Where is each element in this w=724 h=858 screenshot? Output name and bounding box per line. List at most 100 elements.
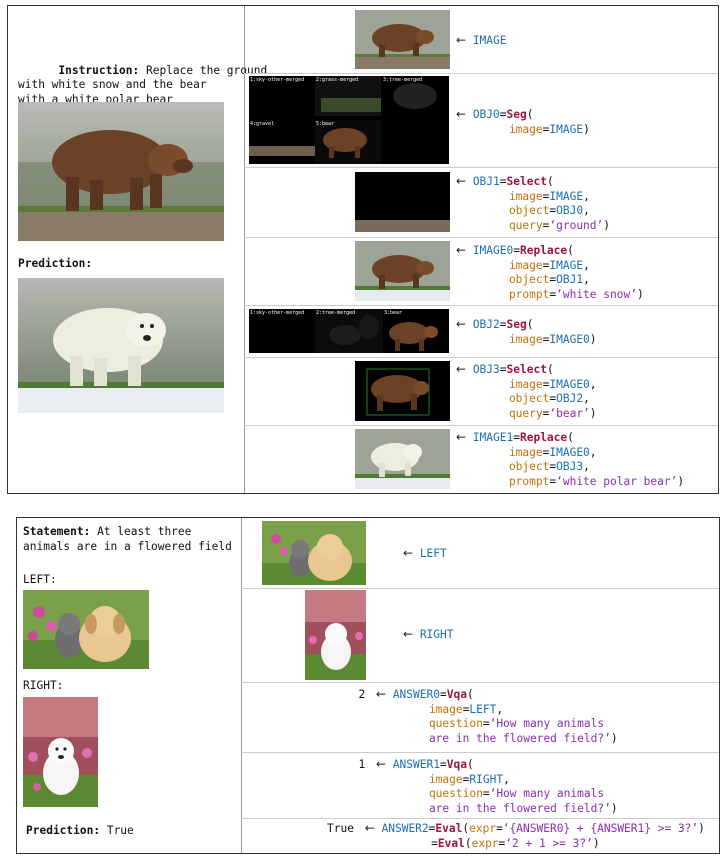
step-row-select-bear: ← OBJ3=Select( image=IMAGE0, object=OBJ2…: [244, 357, 718, 426]
left-arrow-icon: ←: [364, 821, 375, 835]
left-arrow-icon: ←: [456, 33, 467, 47]
code-token: ‘How many animals: [489, 717, 605, 730]
step-image-input: [355, 10, 450, 69]
instruction-column: Instruction: Replace the ground with whi…: [8, 6, 267, 493]
code-token: ): [610, 801, 618, 815]
step-row-replace-snow: ← IMAGE0=Replace( image=IMAGE, object=OB…: [244, 237, 718, 306]
seg-label: 1:sky-other-merged: [250, 77, 305, 83]
code-token: LEFT: [469, 702, 497, 716]
statement-label: Statement:: [23, 525, 91, 538]
code-token: (: [526, 108, 534, 121]
step-code: ← LEFT: [372, 546, 447, 562]
code-token: OBJ2: [472, 318, 500, 331]
code-token: ,: [583, 204, 590, 217]
segmentation-masks-obj2: 1:sky-other-merged 2:tree-merged 3:bear: [249, 309, 449, 353]
edit-program-panel: Instruction: Replace the ground with whi…: [7, 5, 719, 494]
code-token: Vqa: [446, 758, 467, 771]
step-code: ← OBJ2=Seg( image=IMAGE0): [456, 317, 597, 347]
code-block: OBJ0=Seg( image=IMAGE): [456, 108, 590, 136]
code-token: ): [603, 218, 611, 232]
code-token: ): [589, 406, 597, 420]
code-token: OBJ2: [556, 392, 584, 405]
code-token: =: [499, 108, 507, 121]
left-label: LEFT:: [23, 573, 57, 586]
brown-bear-illustration: [18, 102, 224, 241]
code-token: ‘{ANSWER0} + {ANSWER1} >= 3?’: [502, 822, 699, 835]
code-token: Replace: [519, 431, 568, 444]
code-token: ): [698, 822, 705, 835]
prediction-value: True: [100, 824, 134, 837]
step-code: ← OBJ3=Select( image=IMAGE0, object=OBJ2…: [456, 362, 597, 421]
left-arrow-icon: ←: [456, 317, 467, 331]
code-token: expr: [469, 822, 497, 835]
left-arrow-icon: ←: [456, 362, 467, 376]
statement-text: Statement: At least three animals are in…: [23, 525, 232, 553]
code-block: ANSWER0=Vqa( image=LEFT, question=‘How m…: [345, 688, 618, 745]
code-token: ‘white polar bear’: [556, 474, 678, 488]
step-row-seg: 1:sky-other-merged 2:grass-merged 3:tree…: [244, 73, 718, 168]
code-token: ): [583, 122, 590, 136]
code-token: OBJ1: [556, 273, 584, 286]
prediction-result: Prediction: True: [26, 824, 134, 839]
code-token: (: [567, 431, 574, 444]
code-token: ): [677, 474, 685, 488]
prediction-image-polar-bear: [18, 278, 224, 413]
code-token: prompt: [482, 287, 550, 301]
program-steps: ← IMAGE 1:sky-other-merged 2:grass-merge…: [244, 6, 718, 493]
code-token: IMAGE: [549, 122, 584, 136]
step-code: ← IMAGE1=Replace( image=IMAGE0, object=O…: [456, 430, 684, 489]
left-arrow-icon: ←: [456, 243, 467, 257]
seg-label: 4:gravel: [250, 121, 275, 127]
step-code: ← RIGHT: [372, 627, 454, 643]
code-token: ,: [583, 460, 590, 473]
code-token: (: [567, 244, 574, 257]
code-token: Select: [506, 175, 547, 188]
instruction-label: Instruction:: [58, 63, 140, 77]
code-token: =: [513, 244, 520, 257]
right-label: RIGHT:: [23, 679, 64, 692]
code-block: IMAGE0=Replace( image=IMAGE, object=OBJ1…: [456, 244, 644, 301]
code-token: ): [589, 332, 597, 346]
code-token: ): [610, 731, 618, 745]
code-token: OBJ3: [472, 363, 500, 376]
statement-column: Statement: At least three animals are in…: [17, 518, 242, 853]
code-token: (: [466, 688, 474, 701]
code-token: RIGHT: [419, 628, 454, 641]
code-block: IMAGE1=Replace( image=IMAGE0, object=OBJ…: [456, 431, 684, 488]
input-image-brown-bear: [18, 102, 224, 241]
step-row-image: ← IMAGE: [244, 6, 718, 74]
code-block: LEFT: [420, 547, 447, 560]
step-result: 2: [358, 688, 372, 701]
left-image-puppy-kitten: [23, 590, 149, 669]
seg-label: 3:tree-merged: [383, 77, 423, 83]
step-image-right: [305, 590, 366, 680]
left-arrow-icon: ←: [456, 107, 467, 121]
code-block: OBJ1=Select( image=IMAGE, object=OBJ0, q…: [456, 175, 610, 232]
code-token: ,: [583, 392, 590, 405]
prediction-label-2: Prediction:: [26, 824, 101, 837]
step-row-right: ← RIGHT: [241, 588, 719, 683]
code-token: IMAGE: [472, 34, 507, 47]
code-block: ANSWER2=Eval(expr=‘{ANSWER0} + {ANSWER1}…: [327, 822, 705, 850]
code-token: =: [499, 363, 507, 376]
code-token: ,: [589, 377, 597, 391]
image1-polar-bear: [355, 429, 450, 489]
code-token: ,: [503, 772, 510, 786]
code-token: =: [496, 822, 503, 835]
code-token: ANSWER0: [392, 688, 440, 701]
code-token: =: [439, 758, 447, 771]
code-token: query: [482, 218, 543, 232]
step-image-left: [262, 521, 366, 585]
step-row-vqa-left: 2 ← ANSWER0=Vqa( image=LEFT, question=‘H…: [241, 682, 719, 753]
code-token: =: [439, 688, 447, 701]
code-token: Eval: [437, 836, 465, 850]
code-token: OBJ3: [556, 460, 584, 473]
right-image-samoyed: [23, 697, 98, 807]
code-token: query: [482, 406, 543, 420]
code-token: image: [482, 377, 543, 391]
code-token: image: [482, 445, 543, 459]
code-token: expr: [471, 836, 499, 850]
code-token: Select: [506, 363, 547, 376]
code-token: object: [482, 273, 550, 286]
code-token: (: [464, 836, 472, 850]
